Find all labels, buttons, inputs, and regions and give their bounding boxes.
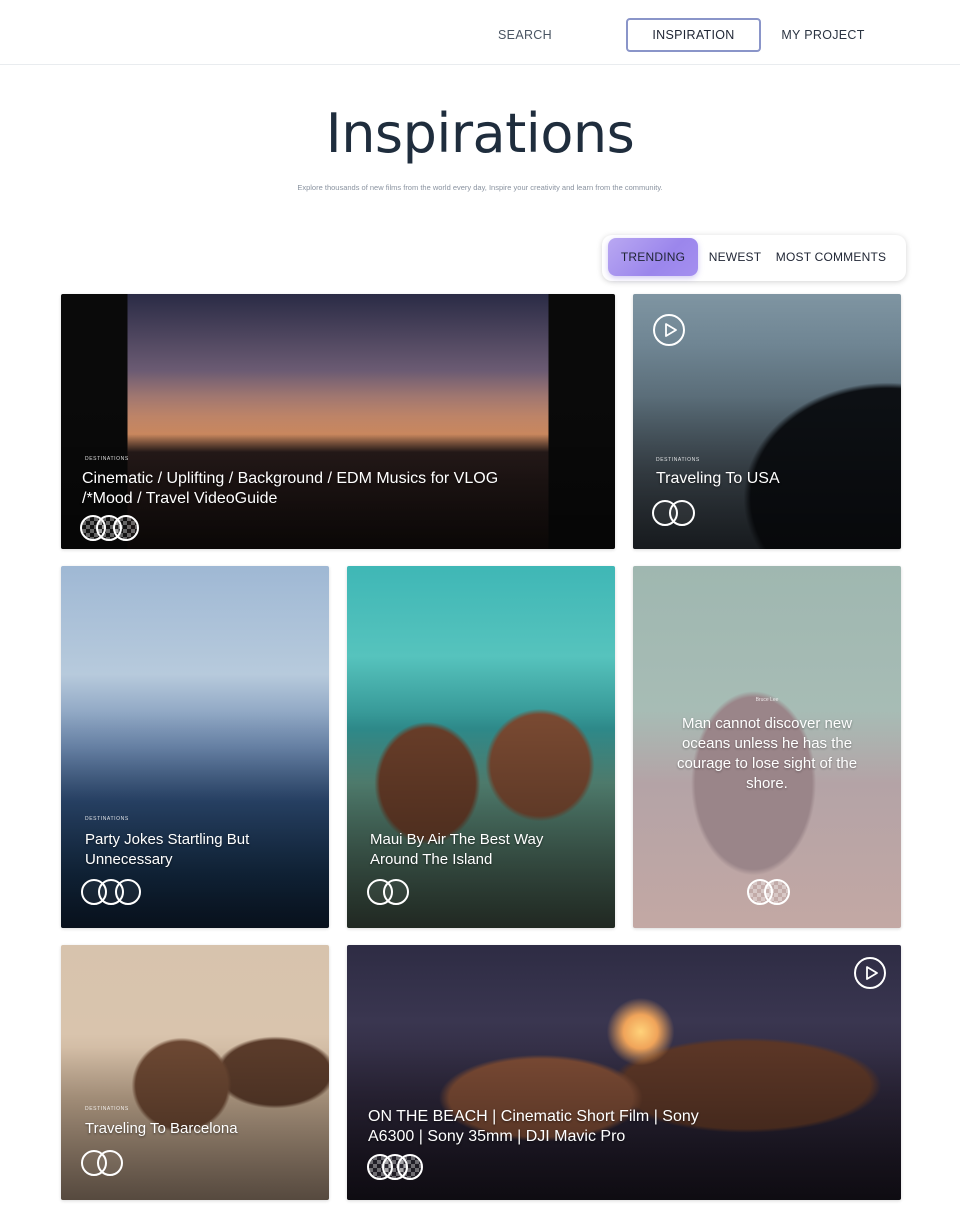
avatar-group (747, 879, 807, 905)
avatar (764, 879, 790, 905)
play-icon[interactable] (854, 957, 886, 989)
avatar-group (81, 879, 161, 905)
avatar (97, 1150, 123, 1176)
video-card[interactable]: ON THE BEACH | Cinematic Short Film | So… (347, 945, 901, 1200)
nav-my-project[interactable]: MY PROJECT (770, 18, 876, 52)
avatar-group (81, 1150, 141, 1176)
avatar-group (367, 879, 427, 905)
avatar (115, 879, 141, 905)
card-tag: DESTINATIONS (85, 1106, 129, 1112)
card-title: Cinematic / Uplifting / Background / EDM… (82, 470, 499, 507)
quote-text: Man cannot discover new oceans unless he… (676, 715, 858, 792)
play-icon[interactable] (653, 314, 685, 346)
card-title: Party Jokes Startling But Unnecessary (85, 831, 250, 868)
card-tag: DESTINATIONS (85, 456, 129, 462)
avatar-group (652, 500, 712, 526)
card-tag: DESTINATIONS (85, 816, 129, 822)
avatar (113, 515, 139, 541)
card-title: Traveling To USA (656, 470, 780, 487)
nav-search[interactable]: SEARCH (478, 18, 572, 52)
video-card[interactable]: DESTINATIONS Cinematic / Uplifting / Bac… (61, 294, 615, 549)
video-card[interactable]: Maui By Air The Best Way Around The Isla… (347, 566, 615, 928)
avatar (669, 500, 695, 526)
avatar-group (80, 515, 160, 541)
filter-tabs: TRENDING NEWEST MOST COMMENTS (602, 235, 906, 281)
page-title: Inspirations (325, 102, 635, 165)
quote-author: Bruce Lee (755, 697, 779, 703)
avatar-group (367, 1154, 447, 1180)
tab-newest[interactable]: NEWEST (704, 238, 766, 276)
page-subtitle: Explore thousands of new films from the … (297, 183, 663, 192)
avatar (397, 1154, 423, 1180)
card-title: ON THE BEACH | Cinematic Short Film | So… (368, 1108, 699, 1145)
tab-most-comments[interactable]: MOST COMMENTS (772, 238, 890, 276)
video-card[interactable]: DESTINATIONS Party Jokes Startling But U… (61, 566, 329, 928)
avatar (383, 879, 409, 905)
card-tag: DESTINATIONS (656, 457, 700, 463)
video-card[interactable]: DESTINATIONS Traveling To USA (633, 294, 901, 549)
tab-trending[interactable]: TRENDING (608, 238, 698, 276)
card-title: Traveling To Barcelona (85, 1120, 238, 1137)
video-card[interactable]: DESTINATIONS Traveling To Barcelona (61, 945, 329, 1200)
nav-inspiration[interactable]: INSPIRATION (626, 18, 761, 52)
quote-card[interactable]: Bruce Lee Man cannot discover new oceans… (633, 566, 901, 928)
card-title: Maui By Air The Best Way Around The Isla… (370, 831, 544, 868)
top-navigation: SEARCH INSPIRATION MY PROJECT (0, 0, 960, 65)
